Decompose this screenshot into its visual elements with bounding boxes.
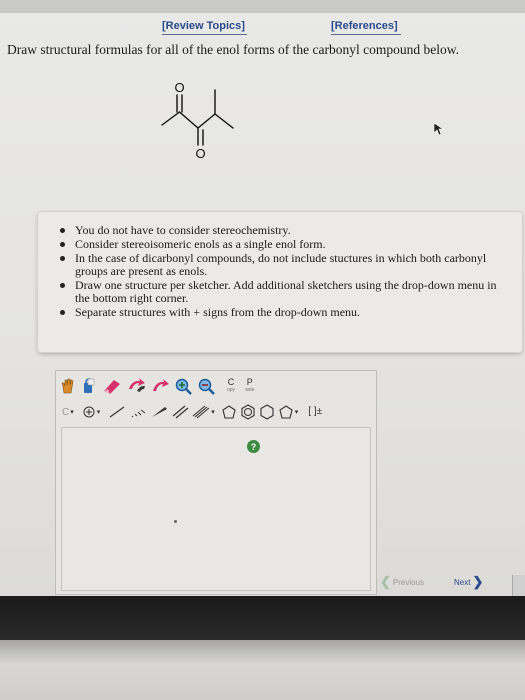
chevron-down-icon[interactable]: ▾ — [211, 408, 215, 416]
mouse-cursor-icon — [433, 122, 444, 136]
previous-label: Previous — [392, 577, 425, 587]
chevron-down-icon[interactable]: ▾ — [295, 408, 299, 416]
sketcher-toolbar-bottom: C ▾ ▾ ▾ ▾ []± — [56, 399, 376, 425]
instruction-item: In the case of dicarbonyl compounds, do … — [60, 252, 512, 278]
instruction-item: You do not have to consider stereochemis… — [60, 224, 512, 237]
instruction-item: Consider stereoisomeric enols as a singl… — [60, 238, 512, 251]
benzene-icon[interactable] — [240, 404, 256, 420]
carbonyl-oxygen-top: O — [174, 80, 184, 95]
carbonyl-compound-structure: O O — [161, 80, 234, 161]
canvas-dot — [174, 520, 177, 523]
wedge-bond-icon[interactable] — [150, 405, 168, 419]
help-icon[interactable]: ? — [247, 440, 260, 453]
review-topics-link[interactable]: [Review Topics] — [162, 20, 245, 32]
browser-top-bar — [0, 0, 525, 13]
instructions-list: You do not have to consider stereochemis… — [60, 224, 512, 320]
cyclopentane-icon[interactable] — [221, 404, 237, 420]
cyclohexane-icon[interactable] — [259, 404, 275, 420]
flip-tool-icon[interactable] — [151, 377, 171, 395]
double-bond-icon[interactable] — [171, 405, 189, 419]
review-topics-underline — [162, 34, 247, 35]
zoom-in-icon[interactable] — [174, 377, 194, 395]
rotate-tool-icon[interactable] — [126, 377, 148, 395]
single-bond-icon[interactable] — [108, 405, 126, 419]
previous-button[interactable]: ❮ Previous — [378, 574, 424, 590]
next-label: Next — [454, 577, 471, 587]
instruction-item: Separate structures with + signs from th… — [60, 306, 512, 319]
instruction-item: Draw one structure per sketcher. Add add… — [60, 279, 512, 305]
sketcher-canvas[interactable]: ? — [61, 427, 371, 591]
element-select-value: C — [62, 406, 70, 418]
side-panel-strip — [512, 575, 525, 596]
chevron-down-icon: ▾ — [70, 409, 74, 416]
laptop-body — [0, 640, 525, 700]
instructions-box: You do not have to consider stereochemis… — [38, 212, 522, 352]
screen: [Review Topics] [References] Draw struct… — [0, 0, 525, 596]
structure-sketcher: C opy P aste C ▾ ▾ ▾ ▾ []± ? — [55, 370, 377, 595]
hand-tool-icon[interactable] — [59, 377, 77, 395]
chevron-right-icon: ❯ — [472, 574, 484, 589]
chevron-left-icon: ❮ — [380, 574, 391, 589]
bracket-charge-button[interactable]: [ ]± — [308, 407, 322, 417]
triple-bond-icon[interactable] — [192, 405, 210, 419]
copy-small-label: opy — [227, 387, 236, 393]
lasso-tool-icon[interactable] — [80, 377, 98, 395]
references-underline — [331, 34, 401, 35]
eraser-tool-icon[interactable] — [101, 377, 123, 395]
paste-button[interactable]: P aste — [245, 378, 254, 394]
carbonyl-oxygen-bottom: O — [195, 146, 205, 161]
charge-plus-icon[interactable] — [82, 405, 96, 419]
chevron-down-icon[interactable]: ▾ — [97, 408, 101, 416]
cyclopentane-ring-icon[interactable] — [278, 404, 294, 420]
sketcher-toolbar-top: C opy P aste — [56, 373, 376, 399]
element-select[interactable]: C ▾ — [62, 407, 74, 418]
laptop-bezel — [0, 596, 525, 640]
next-button[interactable]: Next ❯ — [454, 574, 485, 590]
zoom-out-icon[interactable] — [197, 377, 217, 395]
question-prompt: Draw structural formulas for all of the … — [7, 42, 459, 57]
hashed-bond-icon[interactable] — [129, 405, 147, 419]
copy-button[interactable]: C opy — [227, 378, 235, 394]
references-link[interactable]: [References] — [331, 20, 398, 32]
paste-small-label: aste — [245, 387, 255, 393]
